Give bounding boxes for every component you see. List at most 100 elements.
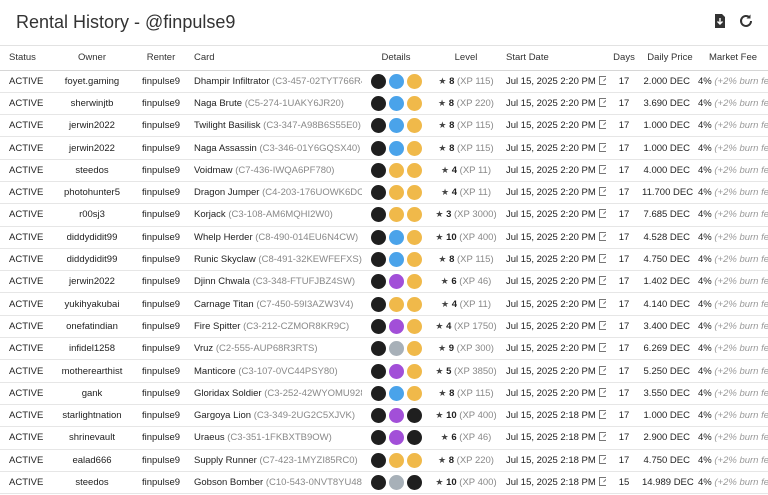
table-row[interactable]: ACTIVE jerwin2022 finpulse9 Naga Assassin (… xyxy=(0,136,768,160)
owner-cell[interactable]: sherwinjtb xyxy=(52,92,132,116)
card-cell[interactable]: Vruz (C2-555-AUP68R3RTS) xyxy=(190,337,362,361)
renter-cell[interactable]: finpulse9 xyxy=(132,159,190,182)
external-link-icon[interactable] xyxy=(598,120,606,130)
owner-cell[interactable]: foyet.gaming xyxy=(52,70,132,93)
table-row[interactable]: ACTIVE yukihyakubai finpulse9 Carnage Titan… xyxy=(0,292,768,316)
card-cell[interactable]: Dhampir Infiltrator (C3-457-02TYT766R4) xyxy=(190,70,362,93)
table-row[interactable]: ACTIVE shrinevault finpulse9 Uraeus (C3-351… xyxy=(0,426,768,450)
table-row[interactable]: ACTIVE infidel1258 finpulse9 Vruz (C2-555-A… xyxy=(0,337,768,361)
renter-cell[interactable]: finpulse9 xyxy=(132,359,190,383)
renter-cell[interactable]: finpulse9 xyxy=(132,337,190,361)
card-cell[interactable]: Djinn Chwala (C3-348-FTUFJBZ4SW) xyxy=(190,270,362,294)
external-link-icon[interactable] xyxy=(598,209,606,219)
table-row[interactable]: ACTIVE jerwin2022 finpulse9 Twilight Basili… xyxy=(0,114,768,138)
external-link-icon[interactable] xyxy=(598,432,606,442)
renter-cell[interactable]: finpulse9 xyxy=(132,181,190,205)
renter-cell[interactable]: finpulse9 xyxy=(132,136,190,160)
external-link-icon[interactable] xyxy=(598,410,606,420)
table-row[interactable]: ACTIVE jerwin2022 finpulse9 Djinn Chwala (C… xyxy=(0,270,768,294)
card-cell[interactable]: Gargoya Lion (C3-349-2UG2C5XJVK) xyxy=(190,404,362,428)
owner-cell[interactable]: yukihyakubai xyxy=(52,292,132,316)
table-row[interactable]: ACTIVE motherearthist finpulse9 Manticore (… xyxy=(0,359,768,383)
owner-cell[interactable]: onefatindian xyxy=(52,315,132,339)
external-link-icon[interactable] xyxy=(598,231,606,241)
renter-cell[interactable]: finpulse9 xyxy=(132,203,190,227)
table-row[interactable]: ACTIVE ealad666 finpulse9 Supply Runner (C7… xyxy=(0,449,768,472)
renter-cell[interactable]: finpulse9 xyxy=(132,114,190,138)
owner-cell[interactable]: infidel1258 xyxy=(52,337,132,361)
renter-cell[interactable]: finpulse9 xyxy=(132,270,190,294)
external-link-icon[interactable] xyxy=(598,254,606,264)
refresh-icon[interactable] xyxy=(738,13,754,29)
table-row[interactable]: ACTIVE r00sj3 finpulse9 Korjack (C3-108-AM6… xyxy=(0,203,768,227)
card-cell[interactable]: Whelp Herder (C8-490-014EU6N4CW) xyxy=(190,226,362,249)
owner-cell[interactable]: steedos xyxy=(52,471,132,495)
external-link-icon[interactable] xyxy=(598,75,606,85)
card-cell[interactable]: Manticore (C3-107-0VC44PSY80) xyxy=(190,359,362,383)
table-row[interactable]: ACTIVE starlightnation finpulse9 Gargoya Li… xyxy=(0,404,768,428)
col-start-date[interactable]: Start Date xyxy=(502,46,606,71)
col-level[interactable]: Level xyxy=(430,46,502,71)
owner-cell[interactable]: photohunter5 xyxy=(52,181,132,205)
card-cell[interactable]: Runic Skyclaw (C8-491-32KEWFEFXS) xyxy=(190,248,362,272)
external-link-icon[interactable] xyxy=(598,320,606,330)
external-link-icon[interactable] xyxy=(598,454,606,464)
col-status[interactable]: Status xyxy=(0,46,52,71)
card-cell[interactable]: Fire Spitter (C3-212-CZMOR8KR9C) xyxy=(190,315,362,339)
external-link-icon[interactable] xyxy=(598,142,606,152)
col-market-fee[interactable]: Market Fee xyxy=(698,46,768,71)
card-cell[interactable]: Naga Assassin (C3-346-01Y6GQSX40) xyxy=(190,136,362,160)
owner-cell[interactable]: starlightnation xyxy=(52,404,132,428)
table-row[interactable]: ACTIVE onefatindian finpulse9 Fire Spitter … xyxy=(0,315,768,339)
card-cell[interactable]: Twilight Basilisk (C3-347-A98B6S55E0) xyxy=(190,114,362,138)
rental-table-container[interactable]: Status Owner Renter Card Details Level S… xyxy=(0,46,768,495)
card-cell[interactable]: Dragon Jumper (C4-203-176UOWK6DC) xyxy=(190,181,362,205)
owner-cell[interactable]: shrinevault xyxy=(52,426,132,450)
owner-cell[interactable]: r00sj3 xyxy=(52,203,132,227)
external-link-icon[interactable] xyxy=(598,187,606,197)
table-row[interactable]: ACTIVE diddydidit99 finpulse9 Runic Skyclaw… xyxy=(0,248,768,272)
card-cell[interactable]: Carnage Titan (C7-450-59I3AZW3V4) xyxy=(190,292,362,316)
col-details[interactable]: Details xyxy=(362,46,430,71)
external-link-icon[interactable] xyxy=(598,343,606,353)
col-card[interactable]: Card xyxy=(190,46,362,71)
card-cell[interactable]: Uraeus (C3-351-1FKBXTB9OW) xyxy=(190,426,362,450)
owner-cell[interactable]: jerwin2022 xyxy=(52,114,132,138)
owner-cell[interactable]: ealad666 xyxy=(52,449,132,472)
renter-cell[interactable]: finpulse9 xyxy=(132,70,190,93)
external-link-icon[interactable] xyxy=(598,365,606,375)
col-renter[interactable]: Renter xyxy=(132,46,190,71)
table-row[interactable]: ACTIVE photohunter5 finpulse9 Dragon Jumper… xyxy=(0,181,768,205)
external-link-icon[interactable] xyxy=(598,476,606,486)
owner-cell[interactable]: jerwin2022 xyxy=(52,270,132,294)
renter-cell[interactable]: finpulse9 xyxy=(132,315,190,339)
card-cell[interactable]: Naga Brute (C5-274-1UAKY6JR20) xyxy=(190,92,362,116)
renter-cell[interactable]: finpulse9 xyxy=(132,426,190,450)
owner-cell[interactable]: gank xyxy=(52,382,132,405)
owner-cell[interactable]: jerwin2022 xyxy=(52,136,132,160)
renter-cell[interactable]: finpulse9 xyxy=(132,404,190,428)
table-row[interactable]: ACTIVE steedos finpulse9 Gobson Bomber (C10… xyxy=(0,471,768,495)
card-cell[interactable]: Supply Runner (C7-423-1MYZI85RC0) xyxy=(190,449,362,472)
owner-cell[interactable]: motherearthist xyxy=(52,359,132,383)
renter-cell[interactable]: finpulse9 xyxy=(132,226,190,249)
download-icon[interactable] xyxy=(712,13,728,29)
external-link-icon[interactable] xyxy=(598,387,606,397)
renter-cell[interactable]: finpulse9 xyxy=(132,471,190,495)
table-row[interactable]: ACTIVE diddydidit99 finpulse9 Whelp Herder … xyxy=(0,226,768,249)
col-days[interactable]: Days xyxy=(606,46,642,71)
card-cell[interactable]: Korjack (C3-108-AM6MQHI2W0) xyxy=(190,203,362,227)
external-link-icon[interactable] xyxy=(598,276,606,286)
table-row[interactable]: ACTIVE sherwinjtb finpulse9 Naga Brute (C5-… xyxy=(0,92,768,116)
renter-cell[interactable]: finpulse9 xyxy=(132,382,190,405)
renter-cell[interactable]: finpulse9 xyxy=(132,248,190,272)
card-cell[interactable]: Gobson Bomber (C10-543-0NVT8YU48G) xyxy=(190,471,362,495)
table-row[interactable]: ACTIVE gank finpulse9 Gloridax Soldier (C3-… xyxy=(0,382,768,405)
col-daily-price[interactable]: Daily Price xyxy=(642,46,698,71)
table-row[interactable]: ACTIVE foyet.gaming finpulse9 Dhampir Infil… xyxy=(0,70,768,93)
renter-cell[interactable]: finpulse9 xyxy=(132,92,190,116)
owner-cell[interactable]: diddydidit99 xyxy=(52,226,132,249)
owner-cell[interactable]: diddydidit99 xyxy=(52,248,132,272)
card-cell[interactable]: Gloridax Soldier (C3-252-42WYOMU928) xyxy=(190,382,362,405)
col-owner[interactable]: Owner xyxy=(52,46,132,71)
